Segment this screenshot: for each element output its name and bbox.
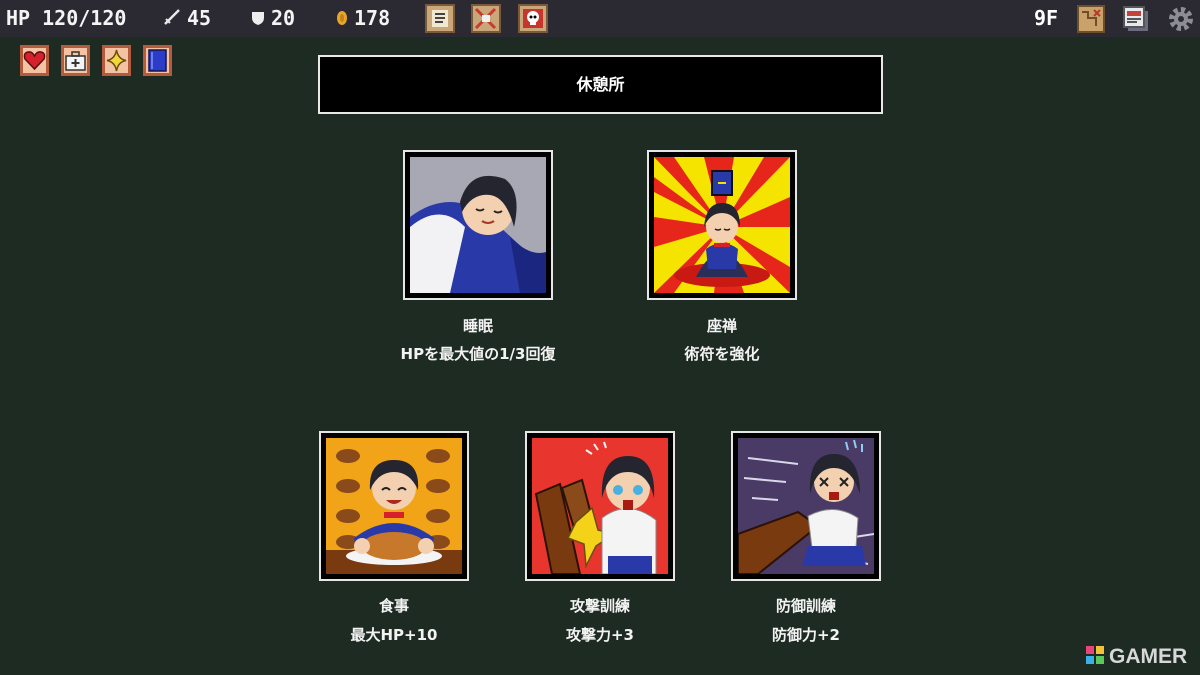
- medkit-icon: [64, 51, 87, 77]
- option-defense-training-desc: 防御力+2: [771, 626, 840, 644]
- gold-value: 178: [354, 6, 391, 30]
- gear-icon[interactable]: [1166, 4, 1196, 34]
- option-meditation[interactable]: 座禅 術符を強化: [647, 150, 797, 363]
- sparkle-icon: [105, 49, 128, 77]
- page-title: 休憩所: [318, 55, 883, 114]
- scroll-icon[interactable]: [425, 4, 455, 33]
- option-meal-image[interactable]: [319, 431, 469, 581]
- option-meditation-desc: 術符を強化: [684, 345, 760, 363]
- floor-indicator: 9F: [1034, 6, 1059, 30]
- item-medkit[interactable]: [61, 45, 90, 76]
- option-meal[interactable]: 食事 最大HP+10: [319, 431, 469, 644]
- attack-display: 45: [163, 0, 211, 37]
- map-icon[interactable]: [1076, 4, 1106, 34]
- sleep-illustration: [410, 157, 546, 293]
- skull-icon[interactable]: [518, 4, 548, 33]
- defense-value: 20: [271, 6, 296, 30]
- meditation-illustration: [654, 157, 790, 293]
- gamer-watermark: GAMER: [1085, 645, 1188, 670]
- hp-value: HP 120/120: [6, 6, 127, 30]
- gold-display: 178: [336, 0, 390, 37]
- item-heart[interactable]: [20, 45, 49, 76]
- watermark-text: GAMER: [1109, 645, 1188, 669]
- option-sleep-desc: HPを最大値の1/3回復: [400, 345, 556, 363]
- option-defense-training[interactable]: 防御訓練 防御力+2: [731, 431, 881, 644]
- defense-training-illustration: [738, 438, 874, 574]
- sword-icon: [163, 1, 181, 38]
- shield-icon: [251, 1, 265, 38]
- gamer-logo-icon: [1085, 645, 1105, 670]
- attack-value: 45: [187, 6, 212, 30]
- coin-icon: [336, 1, 348, 38]
- meal-illustration: [326, 438, 462, 574]
- option-sleep[interactable]: 睡眠 HPを最大値の1/3回復: [401, 150, 555, 363]
- defense-display: 20: [251, 0, 295, 37]
- blue-book-icon: [146, 49, 169, 77]
- item-book[interactable]: [143, 45, 172, 76]
- option-sleep-image[interactable]: [403, 150, 553, 300]
- option-attack-training[interactable]: 攻撃訓練 攻撃力+3: [525, 431, 675, 644]
- deck-icon[interactable]: [1121, 4, 1151, 34]
- option-attack-training-image[interactable]: [525, 431, 675, 581]
- option-meditation-image[interactable]: [647, 150, 797, 300]
- option-defense-training-image[interactable]: [731, 431, 881, 581]
- option-sleep-name: 睡眠: [462, 317, 493, 335]
- hp-display: HP 120/120: [6, 0, 126, 37]
- attack-training-illustration: [532, 438, 668, 574]
- crossed-spears-icon[interactable]: [471, 4, 501, 33]
- option-meditation-name: 座禅: [706, 317, 737, 335]
- heart-icon: [23, 51, 46, 77]
- status-bar: HP 120/120 45 20 178 9F: [0, 0, 1200, 37]
- option-defense-training-name: 防御訓練: [775, 597, 836, 615]
- item-sparkle[interactable]: [102, 45, 131, 76]
